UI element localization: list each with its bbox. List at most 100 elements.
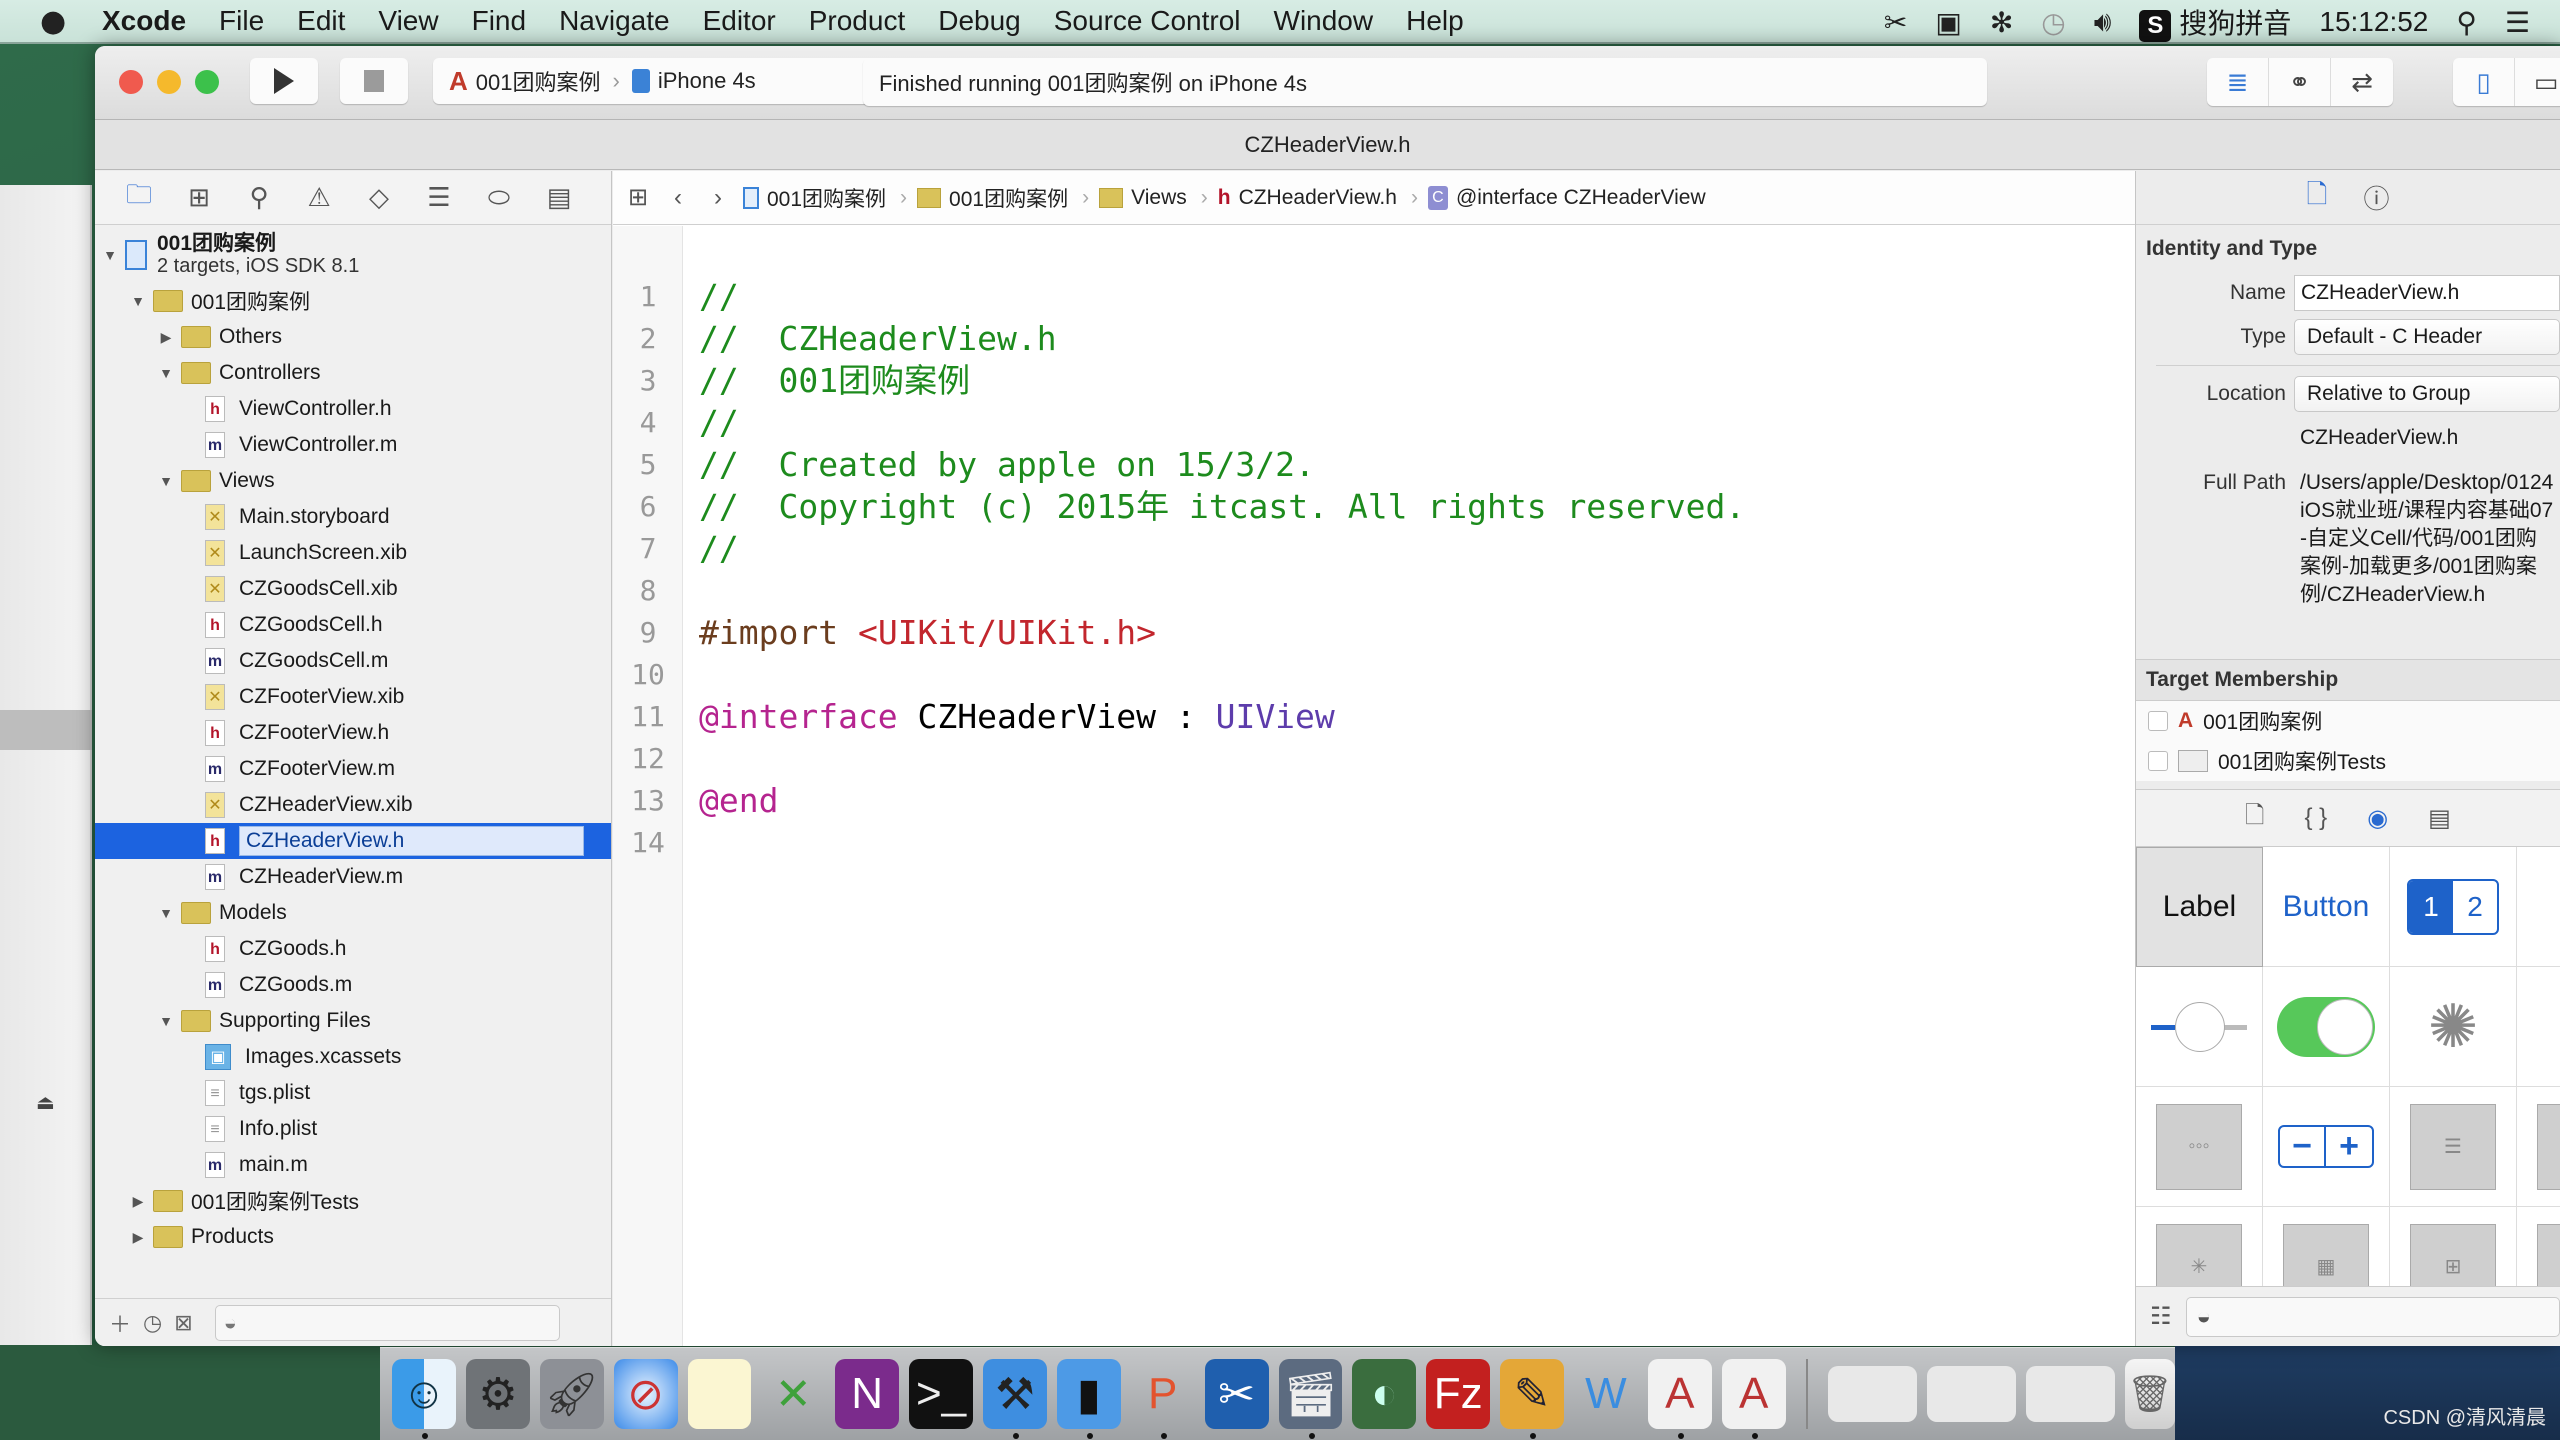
dock-video-icon[interactable]: 🎬︎ — [1278, 1359, 1343, 1439]
tree-group-row[interactable]: ▼ Supporting Files — [95, 1003, 611, 1039]
file-template-icon[interactable]: 🗋 — [2245, 798, 2264, 839]
minimize-window-button[interactable] — [157, 70, 181, 94]
stop-button[interactable] — [340, 58, 408, 104]
code-area[interactable]: 1 // 2 // CZHeaderView.h 3 // 001团购案例 4 // 5 // C… — [613, 276, 2229, 864]
apple-menu-icon[interactable]: ● — [40, 4, 80, 39]
code-line[interactable]: 14 — [613, 822, 2229, 864]
list-view-icon[interactable]: ☷ — [2150, 1302, 2172, 1331]
library-item-switch[interactable] — [2263, 967, 2390, 1087]
tree-file-row[interactable]: ≡ Info.plist — [95, 1111, 611, 1147]
tree-file-row[interactable]: h CZHeaderView.h — [95, 823, 611, 859]
disclosure-closed-icon[interactable]: ▶ — [129, 1229, 147, 1246]
type-popup[interactable]: Default - C Header — [2294, 319, 2560, 355]
dock-xcode-doc-icon[interactable]: A — [1647, 1359, 1712, 1439]
code-line[interactable]: 1 // — [613, 276, 2229, 318]
disclosure-open-icon[interactable]: ▼ — [157, 473, 175, 489]
debug-icon[interactable]: ☰ — [423, 182, 455, 214]
menu-view[interactable]: View — [378, 5, 438, 37]
dock-word-icon[interactable]: W — [1574, 1359, 1638, 1429]
library-item-stepper[interactable]: − + — [2263, 1087, 2390, 1207]
notification-center-icon[interactable]: ☰ — [2505, 6, 2530, 39]
menu-xcode[interactable]: Xcode — [102, 5, 186, 37]
code-line[interactable]: 8 — [613, 570, 2229, 612]
tree-group-row[interactable]: ▼ Models — [95, 895, 611, 931]
dock-trash-icon[interactable]: 🗑︎ — [2124, 1359, 2175, 1429]
standard-editor-icon[interactable]: ≣ — [2207, 58, 2269, 106]
time-machine-icon[interactable]: ◷ — [2041, 6, 2065, 39]
tree-file-row[interactable]: ▣ Images.xcassets — [95, 1039, 611, 1075]
bluetooth-icon[interactable]: ✻ — [1990, 6, 2013, 39]
menu-editor[interactable]: Editor — [703, 5, 776, 37]
disclosure-closed-icon[interactable]: ▶ — [129, 1193, 147, 1210]
symbol-hierarchy-icon[interactable]: ⊞ — [183, 182, 215, 214]
dock-ftp-icon[interactable]: ◐ — [1352, 1359, 1417, 1429]
menu-edit[interactable]: Edit — [297, 5, 345, 37]
project-row[interactable]: ▼ 001团购案例 2 targets, iOS SDK 8.1 — [95, 227, 611, 283]
breadcrumb-file[interactable]: h CZHeaderView.h › — [1218, 186, 1418, 210]
version-editor-icon[interactable]: ⇄ — [2331, 58, 2393, 106]
dock-system-preferences-icon[interactable]: ⚙ — [465, 1359, 530, 1429]
tree-file-row[interactable]: m CZGoods.m — [95, 967, 611, 1003]
quick-help-icon[interactable]: ⓘ — [2363, 179, 2389, 216]
search-icon[interactable]: ⚲ — [243, 182, 275, 214]
dock-safari-icon[interactable]: ⊘ — [613, 1359, 678, 1429]
code-line[interactable]: 10 — [613, 654, 2229, 696]
tree-file-row[interactable]: h CZGoodsCell.h — [95, 607, 611, 643]
scissors-icon[interactable]: ✂ — [1884, 6, 1907, 39]
forward-icon[interactable]: › — [703, 184, 733, 212]
code-line[interactable]: 5 // Created by apple on 15/3/2. — [613, 444, 2229, 486]
code-line[interactable]: 6 // Copyright (c) 2015年 itcast. All righ… — [613, 486, 2229, 528]
tree-file-row[interactable]: ✕ LaunchScreen.xib — [95, 535, 611, 571]
tree-file-row[interactable]: m main.m — [95, 1147, 611, 1183]
source-control-filter-icon[interactable]: ⊠ — [174, 1310, 192, 1336]
code-line[interactable]: 3 // 001团购案例 — [613, 360, 2229, 402]
menu-file[interactable]: File — [219, 5, 264, 37]
dock-terminal-icon[interactable]: >_ — [909, 1359, 973, 1429]
test-icon[interactable]: ◇ — [363, 182, 395, 214]
disclosure-open-icon[interactable]: ▼ — [129, 293, 147, 309]
file-inspector-icon[interactable]: 🗋 — [2307, 176, 2328, 220]
folder-icon[interactable]: 🗀 — [123, 179, 155, 214]
recent-files-icon[interactable]: ◷ — [143, 1310, 162, 1336]
code-line[interactable]: 13 @end — [613, 780, 2229, 822]
breadcrumb-project[interactable]: 001团购案例 › — [743, 183, 907, 213]
code-line[interactable]: 12 — [613, 738, 2229, 780]
disclosure-open-icon[interactable]: ▼ — [157, 905, 175, 921]
scheme-selector[interactable]: A 001团购案例 › iPhone 4s — [433, 58, 888, 104]
tree-group-row[interactable]: ▶ Products — [95, 1219, 611, 1255]
library-item-table-view[interactable]: ☰ — [2390, 1087, 2517, 1207]
library-item-button[interactable]: Button — [2263, 847, 2390, 967]
breadcrumb-views[interactable]: Views › — [1099, 186, 1208, 210]
debug-area-toggle-icon[interactable]: ▭ — [2515, 58, 2560, 106]
dock-minimized-xcode-window[interactable] — [2025, 1366, 2115, 1422]
dock-minimized-recording-window[interactable] — [1926, 1366, 2016, 1422]
tree-file-row[interactable]: ✕ Main.storyboard — [95, 499, 611, 535]
dock-simulator-icon[interactable]: ▮ — [1056, 1359, 1121, 1439]
breadcrumb-symbol[interactable]: C @interface CZHeaderView — [1427, 185, 1706, 210]
code-line[interactable]: 11 @interface CZHeaderView : UIView — [613, 696, 2229, 738]
breakpoint-icon[interactable]: ⬭ — [483, 182, 515, 214]
disclosure-open-icon[interactable]: ▼ — [101, 247, 119, 263]
disclosure-open-icon[interactable]: ▼ — [157, 365, 175, 381]
tree-file-row[interactable]: m CZHeaderView.m — [95, 859, 611, 895]
library-item-text-field[interactable] — [2517, 847, 2560, 967]
dock-keynote-icon[interactable]: P — [1131, 1359, 1195, 1439]
library-item-collection-cell[interactable]: ⊞ — [2390, 1207, 2517, 1287]
menu-help[interactable]: Help — [1406, 5, 1464, 37]
add-icon[interactable]: ＋ — [109, 1307, 131, 1339]
library-item-image-view[interactable]: ✳ — [2136, 1207, 2263, 1287]
target-checkbox[interactable] — [2148, 711, 2168, 731]
dock-xcode-icon[interactable]: ⚒ — [983, 1359, 1047, 1439]
menu-debug[interactable]: Debug — [938, 5, 1021, 37]
warning-icon[interactable]: ⚠ — [303, 182, 335, 214]
tree-file-row[interactable]: ≡ tgs.plist — [95, 1075, 611, 1111]
tree-group-row[interactable]: ▶ Others — [95, 319, 611, 355]
code-line[interactable]: 2 // CZHeaderView.h — [613, 318, 2229, 360]
back-icon[interactable]: ‹ — [663, 184, 693, 212]
zoom-window-button[interactable] — [195, 70, 219, 94]
library-item-segmented-control[interactable]: 1 2 — [2390, 847, 2517, 967]
tree-group-row[interactable]: ▼ Views — [95, 463, 611, 499]
library-item-page-control[interactable]: ◦◦◦ — [2136, 1087, 2263, 1207]
media-library-icon[interactable]: ▤ — [2428, 804, 2451, 833]
close-window-button[interactable] — [119, 70, 143, 94]
